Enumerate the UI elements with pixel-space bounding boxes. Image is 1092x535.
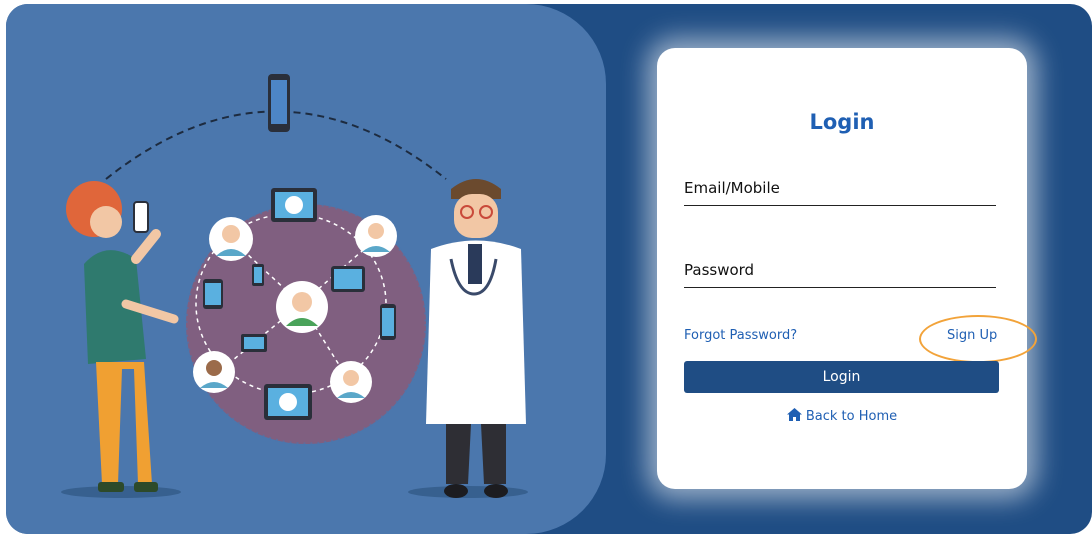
login-card: Login Email/Mobile Password Forgot Passw… [657,48,1037,489]
telemedicine-illustration-panel [6,4,606,534]
woman-with-phone-figure [66,181,179,492]
mobile-icon [252,264,264,286]
monitor-icon [331,266,365,292]
back-to-home-link[interactable]: Back to Home [657,408,1027,425]
forgot-password-link[interactable]: Forgot Password? [684,328,797,343]
telemedicine-illustration [61,74,528,498]
password-field[interactable]: Password [684,261,754,279]
login-button[interactable]: Login [684,361,999,393]
home-icon [786,408,802,425]
laptop-icon [241,334,267,352]
nurse-avatar-icon [355,215,397,257]
patient-avatar-icon [276,281,328,333]
email-mobile-underline [684,205,996,206]
smartphone-icon [268,74,290,132]
doctor-avatar-icon [209,217,253,261]
surgeon-avatar-icon [193,351,235,393]
sign-up-link[interactable]: Sign Up [947,328,997,343]
email-mobile-field[interactable]: Email/Mobile [684,179,780,197]
female-doctor-avatar-icon [330,361,372,403]
tablet-icon [380,304,396,340]
login-title: Login [809,110,875,134]
back-to-home-label: Back to Home [805,409,898,424]
chat-monitor-icon [271,188,317,222]
chat-monitor-icon [264,384,312,420]
tablet-icon [203,279,223,309]
doctor-figure [426,179,526,498]
password-underline [684,287,996,288]
login-page: Login Email/Mobile Password Forgot Passw… [6,4,1092,534]
